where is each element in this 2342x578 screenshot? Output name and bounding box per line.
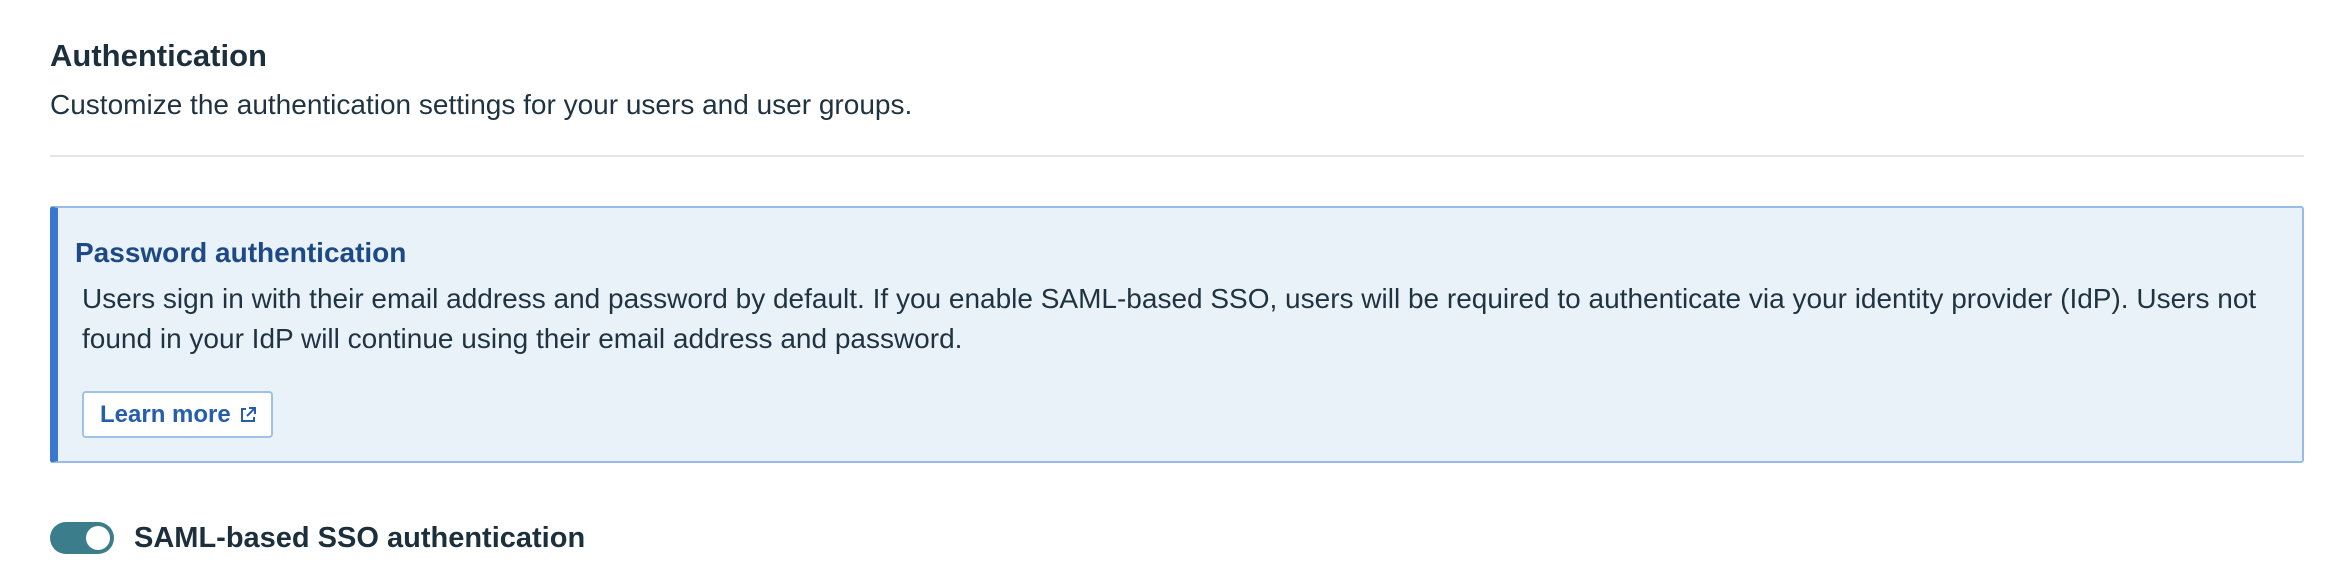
saml-sso-toggle-label: SAML-based SSO authentication (134, 522, 586, 554)
page-title: Authentication (50, 38, 267, 73)
learn-more-label: Learn more (100, 400, 231, 428)
learn-more-button[interactable]: Learn more (82, 391, 273, 438)
callout-title: Password authentication (75, 237, 407, 268)
saml-sso-toggle[interactable] (50, 522, 114, 554)
authentication-settings-page: Authentication Customize the authenticat… (0, 0, 2342, 578)
page-subtitle: Customize the authentication settings fo… (50, 89, 913, 120)
callout-body: Users sign in with their email address a… (82, 283, 2257, 354)
toggle-knob (86, 526, 110, 550)
section-divider (50, 155, 2304, 157)
external-link-icon (239, 406, 257, 424)
